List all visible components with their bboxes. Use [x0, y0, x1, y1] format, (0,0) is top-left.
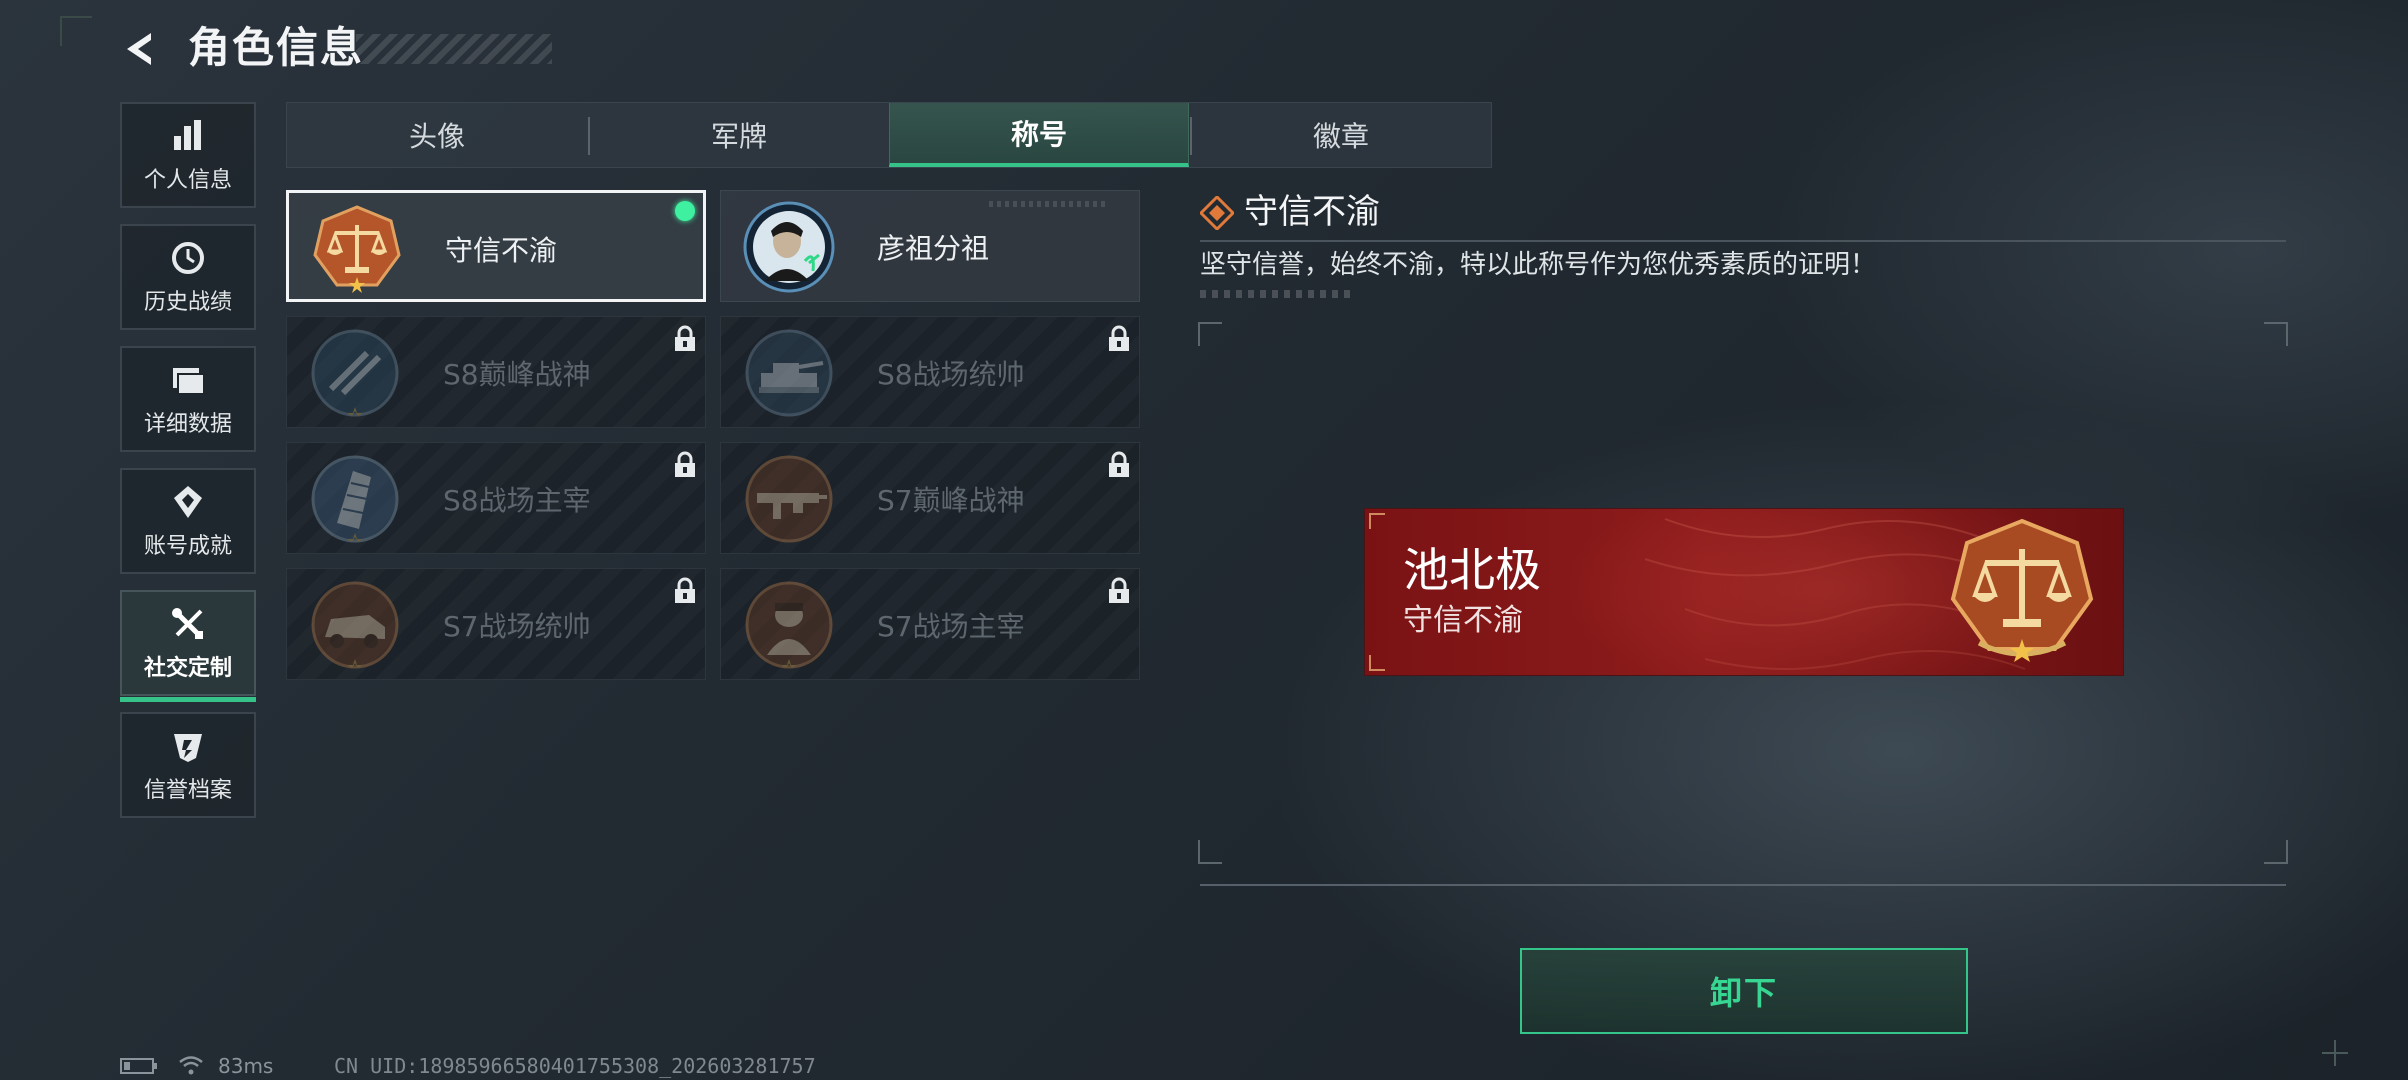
nav-label: 账号成就 — [143, 534, 232, 559]
nav-item-social-customization[interactable]: 社交定制 — [120, 590, 256, 702]
folder-icon — [168, 360, 208, 400]
title-card-locked[interactable]: S8战场统帅 — [720, 316, 1140, 428]
wifi-icon — [179, 1056, 203, 1075]
achievement-icon — [168, 482, 208, 522]
nav-item-detailed-data[interactable]: 详细数据 — [120, 346, 256, 452]
title-card-selected[interactable]: 守信不渝 — [286, 190, 706, 302]
scales-emblem-icon — [1950, 518, 2094, 662]
credit-shield-icon — [168, 726, 208, 766]
frame-corner — [1198, 840, 1222, 864]
crosshair-decoration-icon — [2322, 1040, 2348, 1066]
frame-corner — [2264, 322, 2288, 346]
detail-title-name: 守信不渝 — [1244, 192, 1380, 232]
title-card-label: S7战场统帅 — [443, 610, 591, 643]
nav-item-personal-info[interactable]: 个人信息 — [120, 102, 256, 208]
lock-icon — [1109, 451, 1129, 477]
lock-icon — [675, 325, 695, 351]
title-diamond-icon — [1200, 196, 1234, 230]
lock-icon — [1109, 325, 1129, 351]
detail-description: 坚守信誉，始终不渝，特以此称号作为您优秀素质的证明！ — [1200, 250, 1877, 280]
nav-item-credit-record[interactable]: 信誉档案 — [120, 712, 256, 818]
tab-dog-tag[interactable]: 军牌 — [589, 103, 889, 167]
nav-label: 信誉档案 — [143, 778, 232, 803]
frame-corner — [1198, 322, 1222, 346]
nav-item-achievements[interactable]: 账号成就 — [120, 468, 256, 574]
back-button[interactable] — [118, 26, 164, 72]
card-code-decoration — [989, 201, 1109, 207]
back-arrow-icon — [127, 33, 151, 65]
title-card-label: 守信不渝 — [445, 234, 558, 267]
title-card-locked[interactable]: S7战场主宰 — [720, 568, 1140, 680]
nav-item-match-history[interactable]: 历史战绩 — [120, 224, 256, 330]
player-name: 池北极 — [1403, 543, 1541, 597]
selected-indicator-icon — [675, 201, 695, 221]
title-card-label: S8战场统帅 — [877, 358, 1025, 391]
nav-label: 历史战绩 — [143, 290, 232, 315]
nav-label: 社交定制 — [143, 656, 232, 681]
page-title: 角色信息 — [188, 23, 365, 72]
title-card-label: S7巅峰战神 — [877, 484, 1025, 517]
nameplate-preview: 池北极 守信不渝 — [1364, 508, 2124, 676]
battery-icon — [120, 1058, 157, 1074]
nameplate-title: 守信不渝 — [1403, 603, 1523, 638]
tab-title[interactable]: 称号 — [889, 103, 1189, 167]
tab-bar: 头像 军牌 称号 徽章 — [286, 102, 1492, 168]
divider — [1200, 240, 2286, 242]
divider — [1200, 884, 2286, 886]
nav-label: 详细数据 — [143, 412, 232, 437]
lock-icon — [675, 451, 695, 477]
tab-badge[interactable]: 徽章 — [1191, 103, 1491, 167]
stripes-emblem-icon — [309, 327, 401, 419]
scales-emblem-icon — [311, 203, 403, 295]
title-card-locked[interactable]: S8巅峰战神 — [286, 316, 706, 428]
unequip-button-label: 卸下 — [1709, 974, 1778, 1012]
nav-label: 个人信息 — [143, 168, 232, 193]
wrench-tools-icon — [168, 604, 208, 644]
title-card-locked[interactable]: S8战场主宰 — [286, 442, 706, 554]
title-card-label: S8战场主宰 — [443, 484, 591, 517]
soldier-emblem-icon — [743, 579, 835, 671]
bar-chart-icon — [168, 116, 208, 156]
title-card-label: S7战场主宰 — [877, 610, 1025, 643]
history-clock-icon — [168, 238, 208, 278]
title-card-label: 彦祖分祖 — [877, 232, 990, 265]
title-card-label: S8巅峰战神 — [443, 358, 591, 391]
description-code-decoration — [1200, 290, 1352, 298]
portrait-emblem-icon — [743, 201, 835, 293]
user-uid: CN UID:18985966580401755308_202603281757 — [334, 1054, 816, 1078]
tower-emblem-icon — [309, 453, 401, 545]
title-card[interactable]: 彦祖分祖 — [720, 190, 1140, 302]
lock-icon — [1109, 577, 1129, 603]
unequip-button[interactable]: 卸下 — [1520, 948, 1968, 1034]
vehicle-emblem-icon — [309, 579, 401, 671]
nameplate-corner — [1369, 513, 1385, 529]
nameplate-corner — [1369, 655, 1385, 671]
tab-avatar[interactable]: 头像 — [287, 103, 587, 167]
corner-decoration — [60, 16, 92, 46]
title-card-locked[interactable]: S7巅峰战神 — [720, 442, 1140, 554]
frame-corner — [2264, 840, 2288, 864]
rifle-emblem-icon — [743, 453, 835, 545]
title-stripe-decoration — [356, 34, 552, 64]
tank-emblem-icon — [743, 327, 835, 419]
title-card-locked[interactable]: S7战场统帅 — [286, 568, 706, 680]
ping-readout: 83ms — [218, 1054, 274, 1078]
lock-icon — [675, 577, 695, 603]
